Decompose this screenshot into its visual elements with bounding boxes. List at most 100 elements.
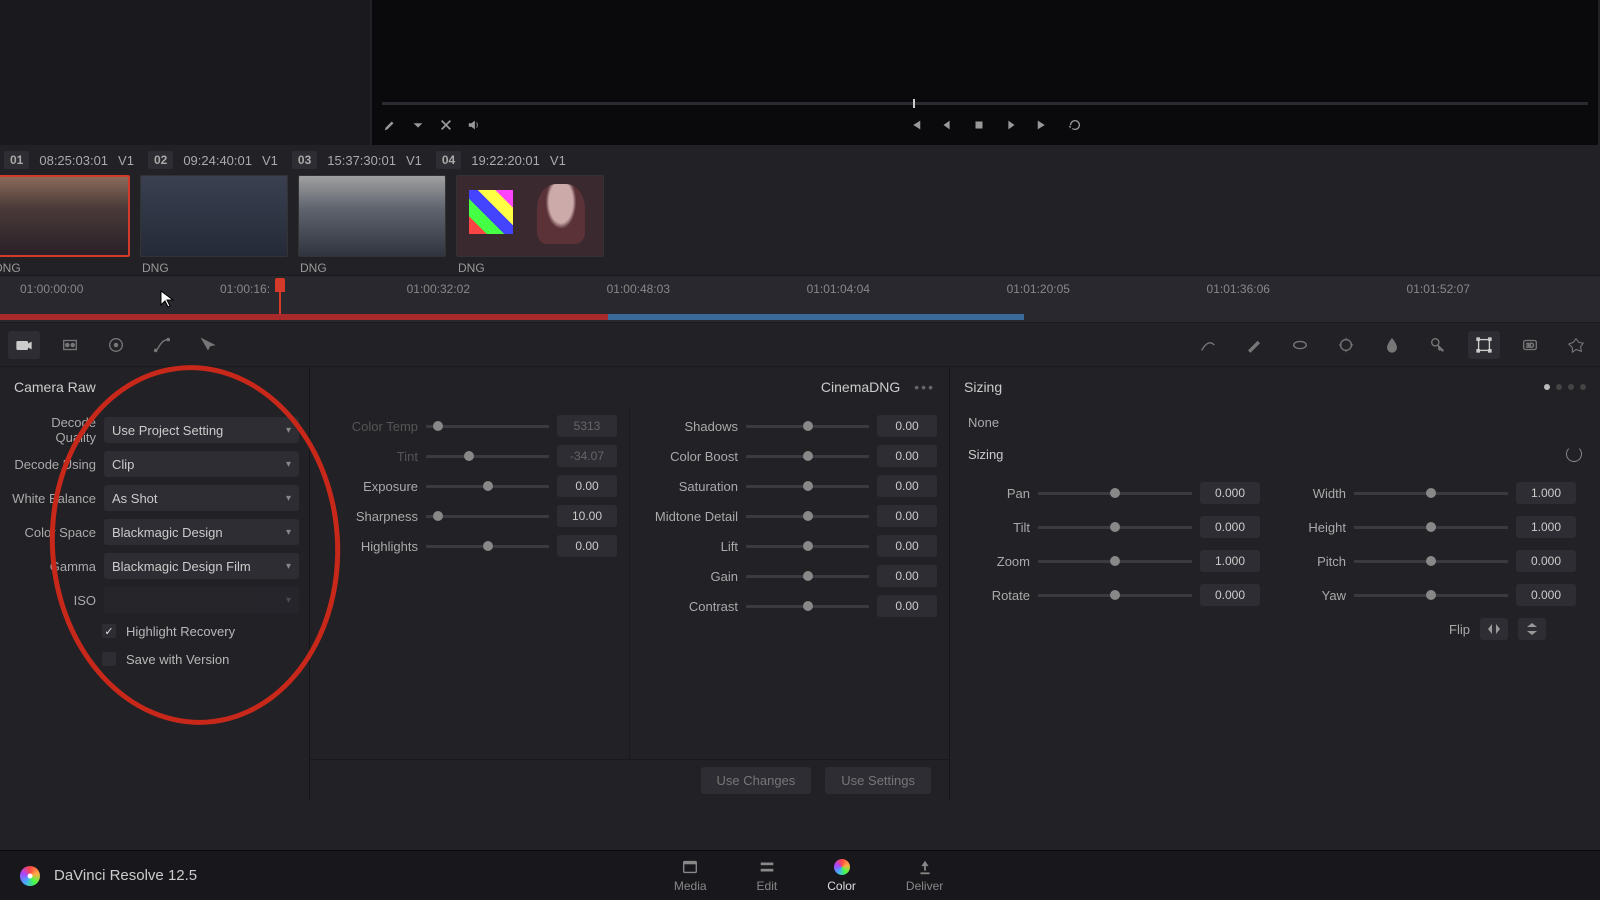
slider[interactable] bbox=[746, 605, 869, 608]
cursor-icon bbox=[160, 290, 174, 308]
bottom-bar: DaVinci Resolve 12.5 Media Edit Color De… bbox=[0, 850, 1600, 900]
curves-target-icon[interactable] bbox=[100, 331, 132, 359]
picker-icon[interactable] bbox=[382, 117, 398, 133]
loop-icon[interactable] bbox=[1067, 117, 1083, 133]
clip-thumb[interactable] bbox=[140, 175, 288, 257]
viewer-scrubber[interactable] bbox=[382, 102, 1588, 105]
slider[interactable] bbox=[1038, 560, 1192, 563]
qualifier-icon[interactable] bbox=[192, 331, 224, 359]
slider-value[interactable]: 0.00 bbox=[877, 595, 937, 617]
slider[interactable] bbox=[426, 455, 549, 458]
slider[interactable] bbox=[426, 425, 549, 428]
curve-tool-icon[interactable] bbox=[1192, 331, 1224, 359]
chevron-down-icon: ▾ bbox=[286, 493, 291, 504]
slider[interactable] bbox=[746, 485, 869, 488]
slider-value[interactable]: 0.00 bbox=[877, 415, 937, 437]
slider-value[interactable]: 0.00 bbox=[877, 475, 937, 497]
clip-thumb[interactable] bbox=[298, 175, 446, 257]
playhead[interactable] bbox=[275, 278, 285, 292]
page-dots[interactable] bbox=[1544, 384, 1586, 390]
slider-value[interactable]: 0.000 bbox=[1516, 584, 1576, 606]
slider-value[interactable]: 1.000 bbox=[1516, 516, 1576, 538]
play-icon[interactable] bbox=[1003, 117, 1019, 133]
highlight-recovery-checkbox[interactable]: ✓ bbox=[102, 624, 116, 638]
track-segment[interactable] bbox=[608, 314, 1024, 320]
slider[interactable] bbox=[1354, 492, 1508, 495]
reset-icon[interactable] bbox=[1566, 446, 1582, 462]
wand-icon[interactable] bbox=[1238, 331, 1270, 359]
ellipse-icon[interactable] bbox=[1284, 331, 1316, 359]
curves-icon[interactable] bbox=[146, 331, 178, 359]
slider-value[interactable]: 1.000 bbox=[1200, 550, 1260, 572]
app-logo-icon bbox=[20, 866, 40, 886]
tracker-icon[interactable] bbox=[1330, 331, 1362, 359]
slider-value[interactable]: 1.000 bbox=[1516, 482, 1576, 504]
slider[interactable] bbox=[746, 515, 869, 518]
audio-icon[interactable] bbox=[466, 117, 482, 133]
slider-value[interactable]: 0.00 bbox=[557, 475, 617, 497]
slider[interactable] bbox=[1354, 526, 1508, 529]
tab-deliver[interactable]: Deliver bbox=[906, 858, 943, 893]
skip-back-icon[interactable] bbox=[907, 117, 923, 133]
slider[interactable] bbox=[1038, 492, 1192, 495]
save-with-version-checkbox[interactable] bbox=[102, 652, 116, 666]
slider-value[interactable]: 0.00 bbox=[877, 505, 937, 527]
tab-edit[interactable]: Edit bbox=[757, 858, 778, 893]
decode-quality-select[interactable]: Use Project Setting▾ bbox=[104, 417, 299, 443]
tab-color[interactable]: Color bbox=[827, 858, 856, 893]
clip-index: 03 bbox=[292, 151, 317, 169]
clip-thumb[interactable] bbox=[0, 175, 130, 257]
stop-icon[interactable] bbox=[971, 117, 987, 133]
slider[interactable] bbox=[1038, 526, 1192, 529]
color-space-select[interactable]: Blackmagic Design▾ bbox=[104, 519, 299, 545]
color-wheel-icon bbox=[834, 859, 850, 875]
blur-icon[interactable] bbox=[1376, 331, 1408, 359]
3d-icon[interactable]: 3D bbox=[1514, 331, 1546, 359]
clip-index: 01 bbox=[4, 151, 29, 169]
slider-value[interactable]: 0.000 bbox=[1516, 550, 1576, 572]
color-wheels-icon[interactable] bbox=[54, 331, 86, 359]
slider[interactable] bbox=[426, 545, 549, 548]
slider[interactable] bbox=[746, 455, 869, 458]
slider-value[interactable]: 0.00 bbox=[877, 535, 937, 557]
flip-v-button[interactable] bbox=[1518, 618, 1546, 640]
sizing-mode: None bbox=[968, 415, 1586, 430]
flip-h-button[interactable] bbox=[1480, 618, 1508, 640]
key-icon[interactable] bbox=[1422, 331, 1454, 359]
slider-value[interactable]: 5313 bbox=[557, 415, 617, 437]
slider-value[interactable]: 0.000 bbox=[1200, 516, 1260, 538]
settings-icon[interactable] bbox=[1560, 331, 1592, 359]
slider-value[interactable]: -34.07 bbox=[557, 445, 617, 467]
clip-thumb[interactable] bbox=[456, 175, 604, 257]
slider-value[interactable]: 0.000 bbox=[1200, 584, 1260, 606]
slider[interactable] bbox=[746, 575, 869, 578]
slider[interactable] bbox=[1354, 594, 1508, 597]
track-segment[interactable] bbox=[0, 314, 608, 320]
use-changes-button[interactable]: Use Changes bbox=[701, 767, 812, 794]
close-icon[interactable] bbox=[438, 117, 454, 133]
slider[interactable] bbox=[746, 545, 869, 548]
step-back-icon[interactable] bbox=[939, 117, 955, 133]
slider[interactable] bbox=[426, 515, 549, 518]
slider[interactable] bbox=[1038, 594, 1192, 597]
decode-using-select[interactable]: Clip▾ bbox=[104, 451, 299, 477]
camera-icon[interactable] bbox=[8, 331, 40, 359]
chevron-down-icon: ▾ bbox=[286, 595, 291, 606]
chevron-down-icon[interactable] bbox=[410, 117, 426, 133]
white-balance-select[interactable]: As Shot▾ bbox=[104, 485, 299, 511]
slider[interactable] bbox=[426, 485, 549, 488]
timeline-ruler[interactable]: 01:00:00:00 01:00:16: 01:00:32:02 01:00:… bbox=[0, 275, 1600, 323]
slider[interactable] bbox=[1354, 560, 1508, 563]
slider-value[interactable]: 10.00 bbox=[557, 505, 617, 527]
use-settings-button[interactable]: Use Settings bbox=[825, 767, 931, 794]
more-icon[interactable]: ••• bbox=[914, 379, 935, 395]
slider-value[interactable]: 0.00 bbox=[877, 445, 937, 467]
gamma-select[interactable]: Blackmagic Design Film▾ bbox=[104, 553, 299, 579]
sizing-icon[interactable] bbox=[1468, 331, 1500, 359]
slider-value[interactable]: 0.00 bbox=[877, 565, 937, 587]
slider-value[interactable]: 0.000 bbox=[1200, 482, 1260, 504]
slider[interactable] bbox=[746, 425, 869, 428]
skip-fwd-icon[interactable] bbox=[1035, 117, 1051, 133]
tab-media[interactable]: Media bbox=[674, 858, 707, 893]
slider-value[interactable]: 0.00 bbox=[557, 535, 617, 557]
